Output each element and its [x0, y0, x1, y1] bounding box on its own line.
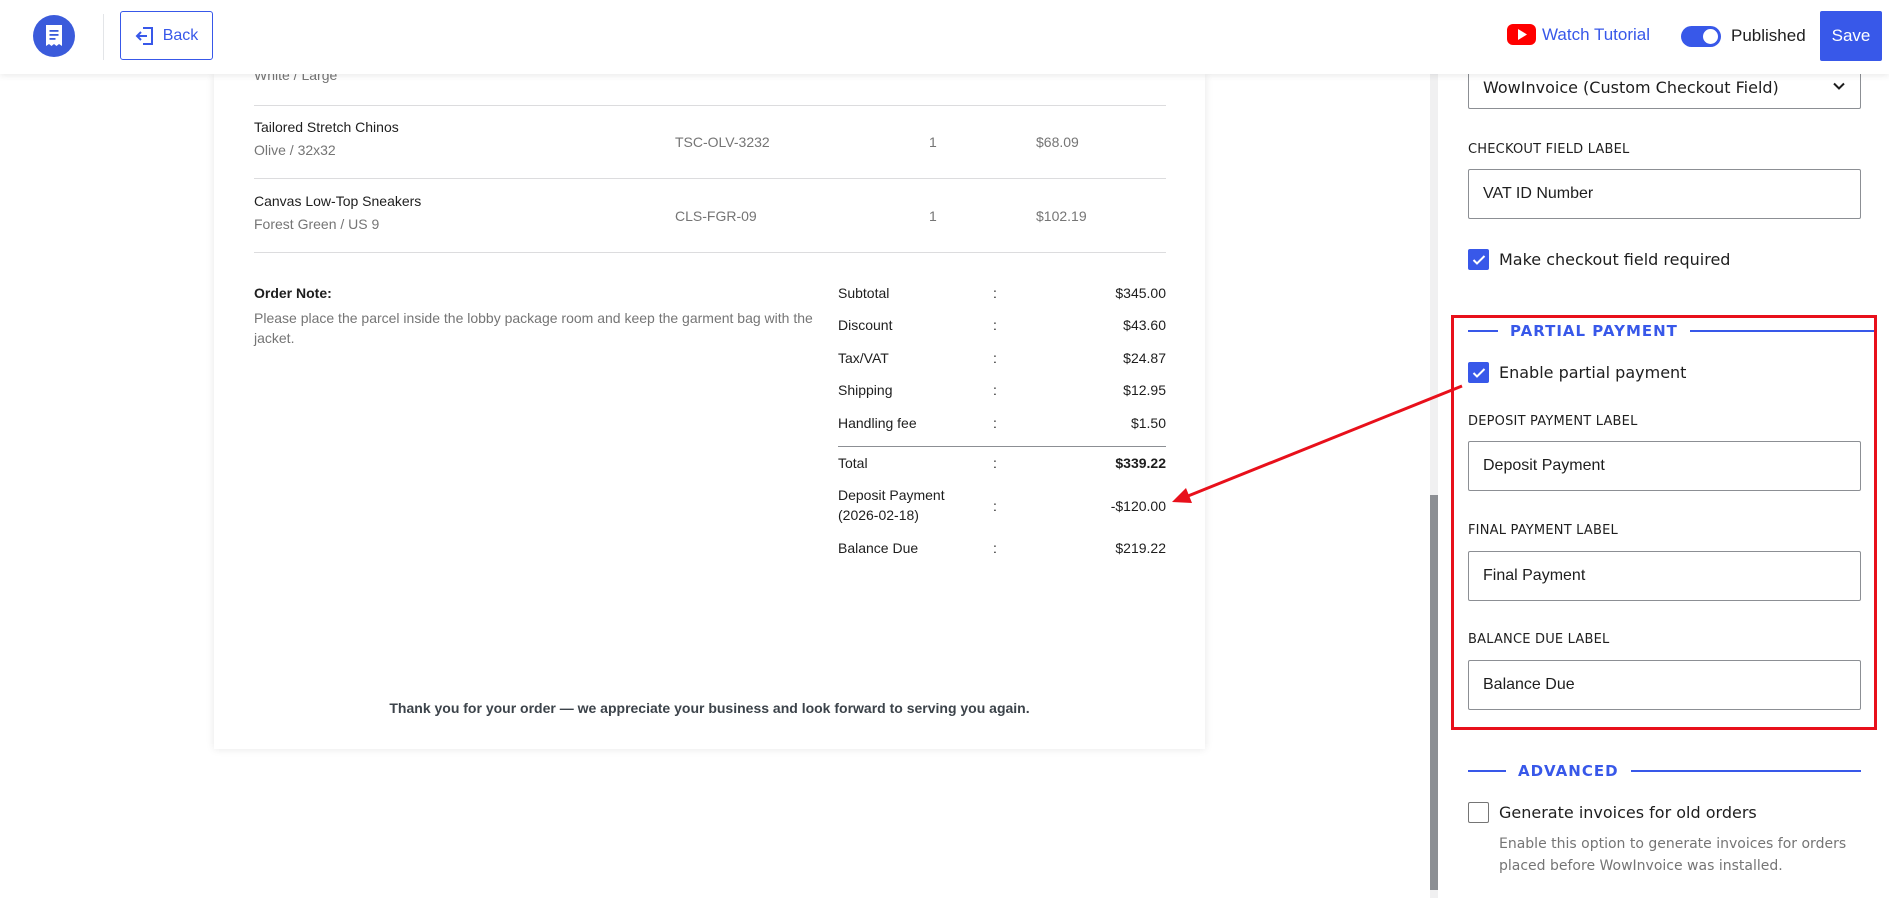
shipping-value: $12.95: [1123, 382, 1166, 398]
old-orders-checkbox[interactable]: [1468, 802, 1489, 823]
total-divider: [838, 446, 1166, 447]
subtotal-value: $345.00: [1115, 285, 1166, 301]
section-rule: [1468, 770, 1506, 772]
checkout-source-value: WowInvoice (Custom Checkout Field): [1483, 78, 1779, 97]
toggle-knob: [1703, 29, 1718, 44]
published-toggle[interactable]: [1681, 26, 1721, 47]
item-price: $102.19: [1036, 208, 1087, 224]
back-label: Back: [162, 26, 199, 44]
row-divider: [254, 252, 1166, 253]
highlight-box: [1451, 315, 1877, 730]
item-name: Tailored Stretch Chinos: [254, 119, 399, 135]
colon: :: [993, 498, 997, 514]
make-required-checkbox[interactable]: [1468, 249, 1489, 270]
colon: :: [993, 317, 997, 333]
invoice-receipt-icon: [46, 25, 62, 46]
total-label: Total: [838, 455, 868, 471]
colon: :: [993, 455, 997, 471]
chevron-down-icon: [1833, 82, 1845, 90]
item-qty: 1: [929, 208, 937, 224]
advanced-title: ADVANCED: [1518, 762, 1619, 780]
row-divider: [254, 178, 1166, 179]
invoice-preview: White / Large Tailored Stretch Chinos Ol…: [214, 67, 1205, 749]
app-logo[interactable]: [33, 15, 75, 57]
save-button[interactable]: Save: [1820, 11, 1882, 61]
order-note-label: Order Note:: [254, 285, 332, 301]
old-orders-help-text: Enable this option to generate invoices …: [1499, 836, 1847, 874]
handling-label: Handling fee: [838, 415, 917, 431]
item-name: Canvas Low-Top Sneakers: [254, 193, 422, 209]
shipping-label: Shipping: [838, 382, 893, 398]
discount-label: Discount: [838, 317, 893, 333]
tax-value: $24.87: [1123, 350, 1166, 366]
item-qty: 1: [929, 134, 937, 150]
exit-arrow-icon: [135, 26, 153, 45]
handling-value: $1.50: [1130, 415, 1166, 431]
section-rule: [1630, 770, 1861, 772]
discount-value: $43.60: [1123, 317, 1166, 333]
advanced-heading: ADVANCED: [1468, 761, 1861, 781]
header-divider: [103, 14, 104, 60]
row-divider: [254, 105, 1166, 106]
deposit-date: (2026-02-18): [838, 507, 919, 523]
watch-tutorial-label: Watch Tutorial: [1542, 24, 1651, 44]
item-variant: Olive / 32x32: [254, 142, 336, 158]
watch-tutorial-link[interactable]: Watch Tutorial: [1507, 24, 1650, 45]
old-orders-label: Generate invoices for old orders: [1499, 803, 1757, 822]
back-button[interactable]: Back: [120, 11, 213, 60]
colon: :: [993, 540, 997, 556]
deposit-value: -$120.00: [1110, 498, 1166, 514]
item-price: $68.09: [1036, 134, 1079, 150]
item-sku: CLS-FGR-09: [675, 208, 757, 224]
balance-label: Balance Due: [838, 540, 919, 556]
scrollbar-thumb[interactable]: [1430, 495, 1438, 890]
checkmark-icon: [1472, 254, 1485, 265]
checkout-field-label-input[interactable]: [1468, 169, 1861, 219]
make-required-label: Make checkout field required: [1499, 250, 1731, 269]
subtotal-label: Subtotal: [838, 285, 890, 301]
colon: :: [993, 382, 997, 398]
total-value: $339.22: [1115, 455, 1166, 471]
colon: :: [993, 350, 997, 366]
order-note-text: Please place the parcel inside the lobby…: [254, 310, 813, 346]
colon: :: [993, 285, 997, 301]
deposit-label: Deposit Payment: [838, 487, 945, 503]
item-variant: Forest Green / US 9: [254, 216, 380, 232]
top-bar: Back Watch Tutorial Published Save: [0, 0, 1889, 74]
item-sku: TSC-OLV-3232: [675, 134, 770, 150]
tax-label: Tax/VAT: [838, 350, 889, 366]
balance-value: $219.22: [1115, 540, 1166, 556]
thank-you-message: Thank you for your order — we appreciate…: [389, 700, 1030, 716]
checkout-field-label-title: CHECKOUT FIELD LABEL: [1468, 142, 1630, 157]
colon: :: [993, 415, 997, 431]
published-label: Published: [1731, 26, 1806, 45]
youtube-icon: [1507, 24, 1536, 45]
